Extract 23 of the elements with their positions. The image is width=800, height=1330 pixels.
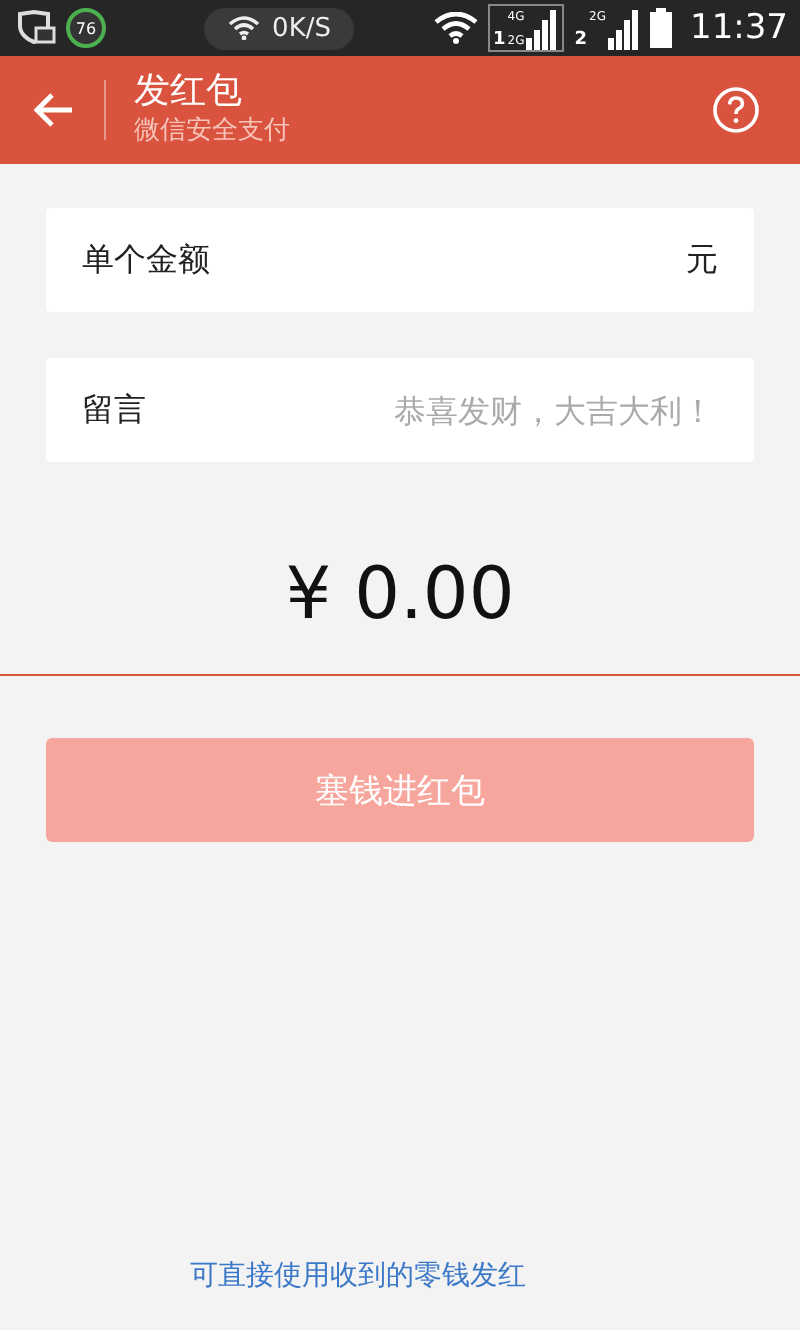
sim-slot: 1 [493,30,506,50]
field-label: 留言 [82,389,146,431]
back-arrow-icon[interactable] [34,92,74,128]
battery-badge: 76 [66,8,106,48]
text-field[interactable]: 恭喜发财，大吉大利！ [146,389,718,431]
battery-icon [650,8,672,48]
sim-slot: 2 [574,30,588,50]
signal-bars-icon [526,10,559,50]
clock-time: 11:37 [690,8,788,48]
page-subtitle: 微信安全支付 [134,114,292,150]
amount-display: ¥ 0.00 [285,552,515,640]
input-field[interactable]: 留言 恭喜发财，大吉大利！ [46,358,754,462]
wifi-icon [228,16,261,40]
field-label: 单个金额 [82,239,210,281]
info-link[interactable]: 可直接使用收到的零钱发红 [190,1260,526,1292]
speed-text: 0K/S [272,13,331,43]
wifi-icon [433,12,478,44]
unit-label: 元 [686,239,718,281]
shield-mail-icon [16,10,56,46]
signal-bars-icon [608,10,640,50]
page-title: 发红包 [134,70,244,114]
input-field[interactable]: 单个金额 元 [46,208,754,312]
help-icon[interactable] [712,86,760,134]
